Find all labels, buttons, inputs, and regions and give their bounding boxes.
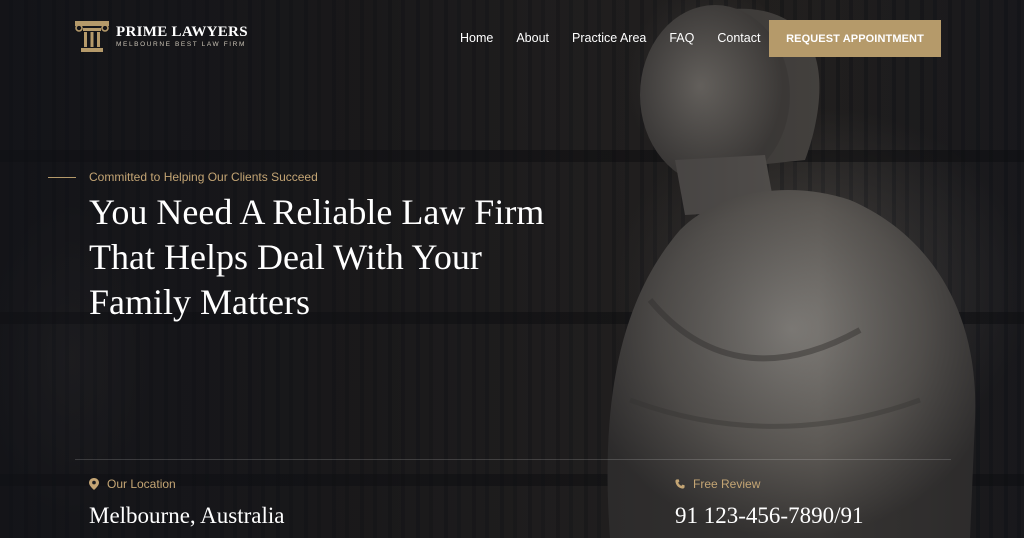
eyebrow-text: Committed to Helping Our Clients Succeed <box>89 170 318 184</box>
review-label: Free Review <box>693 477 761 491</box>
nav-home[interactable]: Home <box>460 30 493 46</box>
brand-logo[interactable]: PRIME LAWYERS MELBOURNE BEST LAW FIRM <box>74 19 248 53</box>
nav-practice-area[interactable]: Practice Area <box>572 30 646 46</box>
headline-line-3: Family Matters <box>89 282 310 322</box>
headline-line-1: You Need A Reliable Law Firm <box>89 192 545 232</box>
review-phone-value[interactable]: 91 123-456-7890/91 <box>675 503 863 529</box>
eyebrow-divider <box>48 176 76 178</box>
hero-headline: You Need A Reliable Law Firm That Helps … <box>89 190 609 325</box>
hero-section: PRIME LAWYERS MELBOURNE BEST LAW FIRM Ho… <box>0 0 1024 538</box>
location-info: Our Location Melbourne, Australia <box>89 477 284 529</box>
map-pin-icon <box>89 478 99 490</box>
main-nav: Home About Practice Area FAQ Contact <box>460 30 760 46</box>
hero-eyebrow: Committed to Helping Our Clients Succeed <box>48 170 318 184</box>
request-appointment-button[interactable]: REQUEST APPOINTMENT <box>769 20 941 57</box>
brand-tagline: MELBOURNE BEST LAW FIRM <box>116 40 246 48</box>
nav-about[interactable]: About <box>516 30 549 46</box>
review-info: Free Review 91 123-456-7890/91 <box>675 477 863 529</box>
location-label: Our Location <box>107 477 176 491</box>
nav-contact[interactable]: Contact <box>717 30 760 46</box>
headline-line-2: That Helps Deal With Your <box>89 237 482 277</box>
info-divider <box>75 459 951 460</box>
brand-name: PRIME LAWYERS <box>116 23 248 40</box>
location-value: Melbourne, Australia <box>89 503 285 528</box>
nav-faq[interactable]: FAQ <box>669 30 694 46</box>
phone-icon <box>675 479 685 489</box>
pillar-icon <box>75 21 109 52</box>
